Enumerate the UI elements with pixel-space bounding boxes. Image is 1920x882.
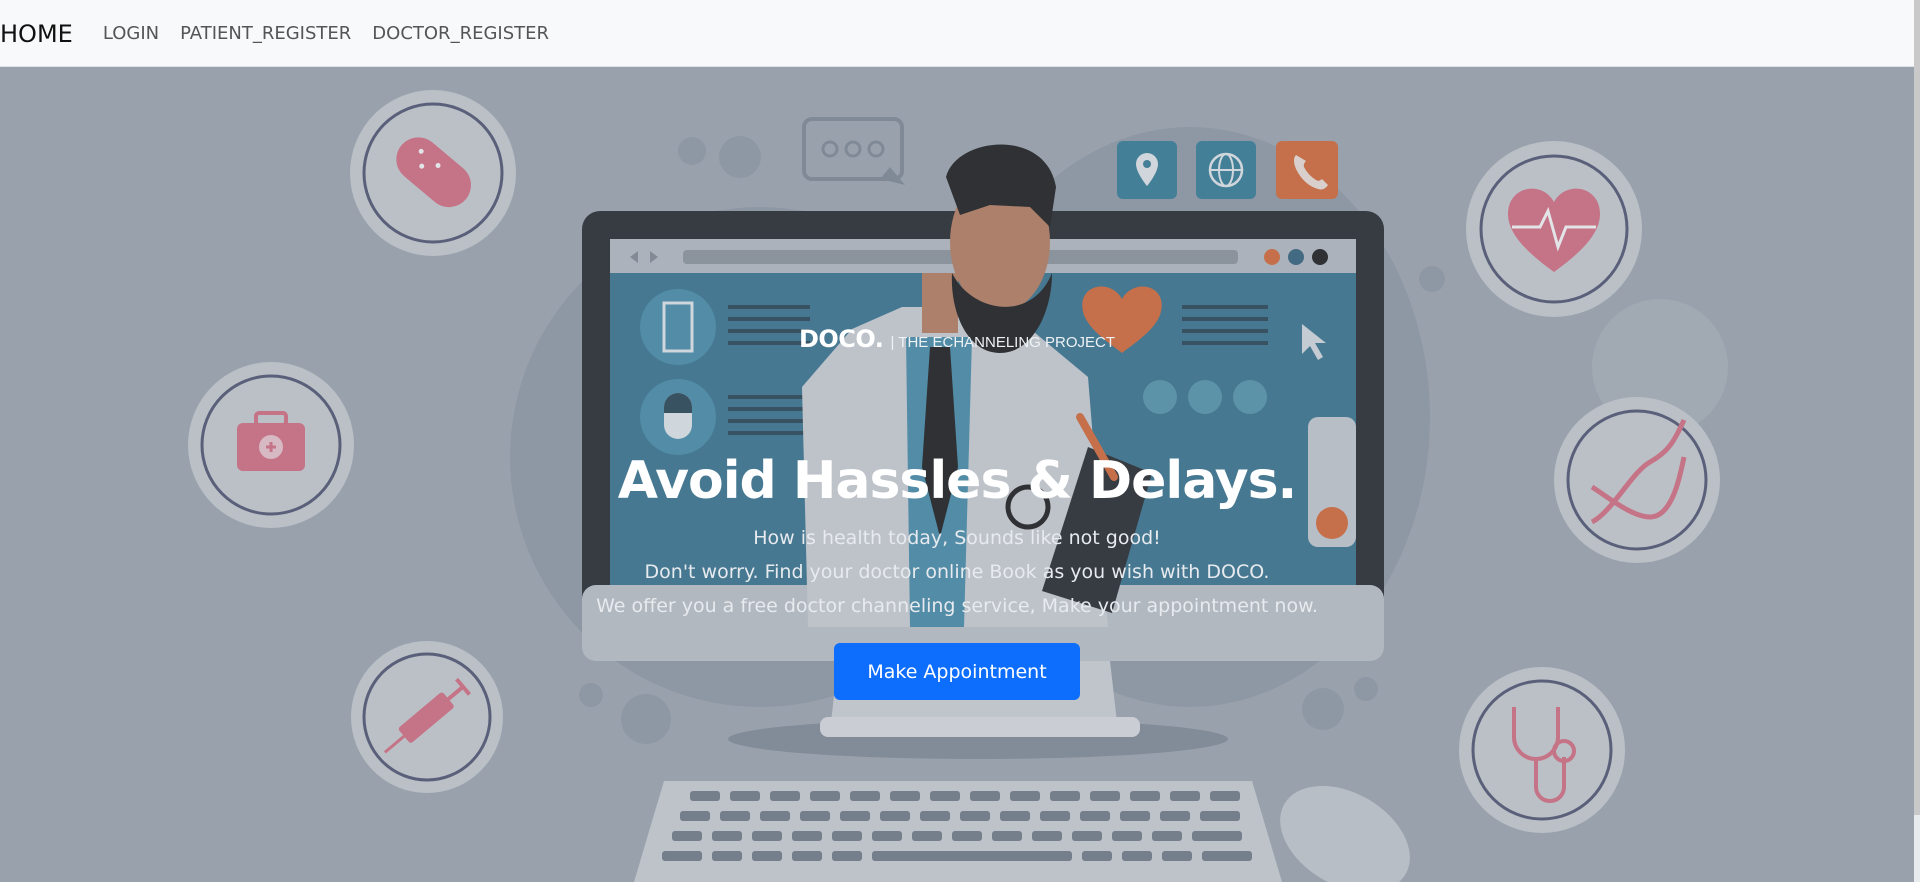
brand-tagline: | THE ECHANNELING PROJECT [890, 334, 1116, 351]
navbar: HOME LOGIN PATIENT_REGISTER DOCTOR_REGIS… [0, 0, 1914, 67]
hero-section: DOCO. | THE ECHANNELING PROJECT Avoid Ha… [0, 67, 1914, 882]
nav-patient-register-link[interactable]: PATIENT_REGISTER [180, 23, 351, 44]
make-appointment-button[interactable]: Make Appointment [834, 643, 1080, 700]
hero-line-3: We offer you a free doctor channeling se… [596, 595, 1318, 617]
brand-logo-text: DOCO. [798, 325, 884, 353]
hero-line-2: Don't worry. Find your doctor online Boo… [644, 561, 1270, 583]
hero-brand: DOCO. | THE ECHANNELING PROJECT [0, 325, 1914, 353]
hero-content: DOCO. | THE ECHANNELING PROJECT Avoid Ha… [0, 67, 1914, 882]
scrollbar-track[interactable] [1914, 0, 1920, 882]
nav-home-link[interactable]: HOME [0, 18, 73, 48]
hero-line-1: How is health today, Sounds like not goo… [753, 527, 1161, 549]
hero-headline: Avoid Hassles & Delays. [617, 451, 1298, 511]
scrollbar-thumb[interactable] [1914, 0, 1920, 815]
nav-doctor-register-link[interactable]: DOCTOR_REGISTER [372, 23, 549, 44]
nav-login-link[interactable]: LOGIN [103, 23, 159, 44]
